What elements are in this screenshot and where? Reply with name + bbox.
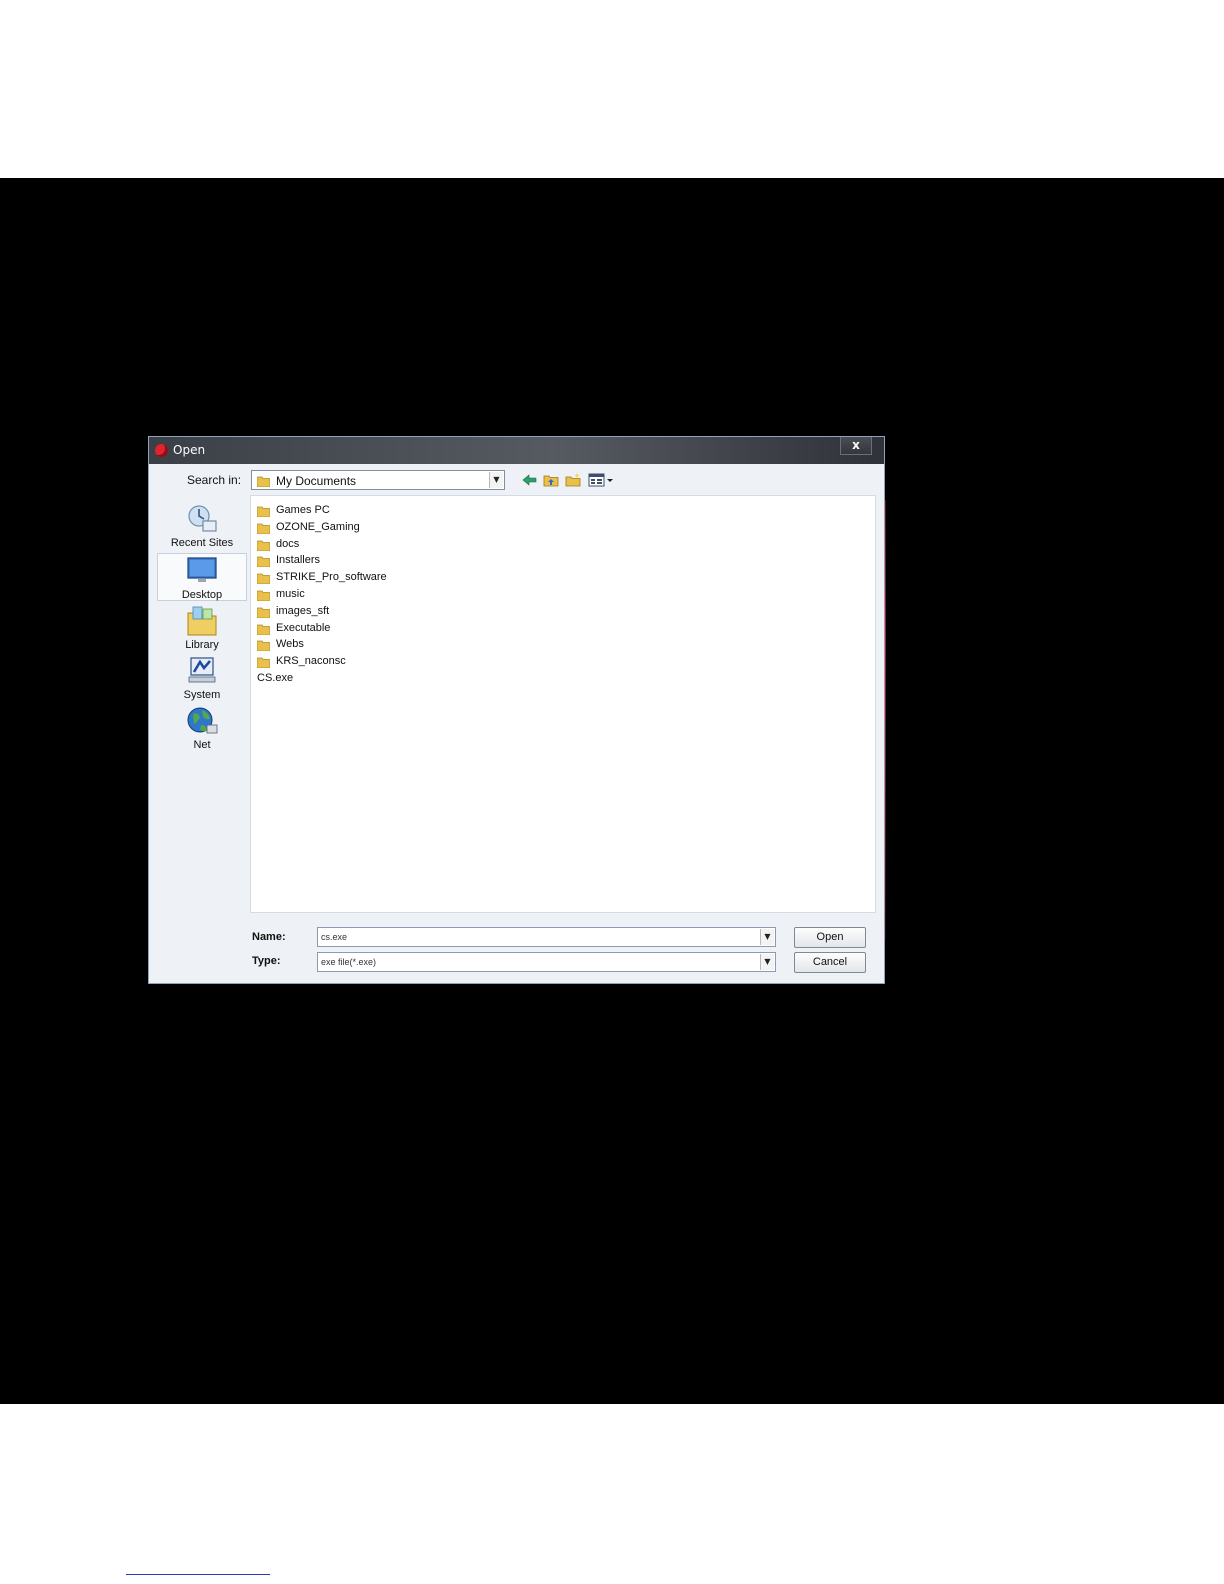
desktop-icon [187, 557, 217, 582]
app-logo-icon [155, 444, 168, 457]
place-recent-sites[interactable]: Recent Sites [157, 503, 247, 549]
file-name: Executable [276, 621, 331, 634]
folder-icon [257, 540, 270, 551]
folder-icon [257, 624, 270, 635]
dialog-titlebar[interactable]: Open x [149, 437, 884, 464]
folder-icon [257, 590, 270, 601]
place-net[interactable]: Net [157, 705, 247, 751]
place-desktop[interactable]: Desktop [157, 553, 247, 601]
file-name: images_sft [276, 604, 330, 617]
place-system[interactable]: System [157, 655, 247, 701]
folder-icon [257, 640, 270, 652]
places-bar: Recent Sites Desktop Library System Net [157, 495, 247, 975]
file-name: Webs [276, 638, 304, 651]
folder-icon [257, 476, 270, 487]
file-name: KRS_naconsc [276, 655, 346, 668]
file-name: CS.exe [257, 672, 294, 684]
type-label: Type: [252, 955, 281, 967]
chevron-down-icon[interactable]: ▼ [760, 954, 774, 970]
up-folder-icon[interactable] [543, 473, 559, 487]
library-icon [187, 606, 217, 636]
close-button[interactable]: x [840, 437, 872, 455]
name-value: cs.exe [321, 932, 348, 942]
file-name: Games PC [276, 504, 330, 516]
chevron-down-icon[interactable]: ▼ [489, 472, 503, 488]
back-arrow-icon[interactable] [522, 473, 538, 487]
dialog-title: Open [173, 443, 206, 457]
file-list[interactable]: Games PC OZONE_Gamingdocs Installers STRIKE… [250, 495, 876, 913]
system-icon [188, 657, 216, 683]
search-in-label: Search in: [187, 473, 242, 487]
location-value: My Documents [276, 474, 357, 488]
cancel-button[interactable]: Cancel [794, 952, 866, 973]
place-label: System [183, 689, 221, 701]
place-label: Recent Sites [170, 537, 234, 549]
file-name: STRIKE_Pro_software [276, 571, 387, 584]
folder-icon [257, 657, 270, 669]
new-folder-icon[interactable] [565, 473, 581, 487]
type-dropdown[interactable]: exe file(*.exe) ▼ [317, 952, 776, 972]
open-button[interactable]: Open [794, 927, 866, 948]
name-field[interactable]: cs.exe ▼ [317, 927, 776, 947]
recent-sites-icon [188, 505, 217, 532]
file-name: Installers [276, 554, 321, 567]
name-label: Name: [252, 931, 286, 943]
file-name: OZONE_Gaming [276, 520, 360, 533]
file-name: docs [276, 537, 300, 550]
folder-icon [257, 607, 270, 618]
open-file-dialog: Open x Search in: My Documents ▼ Recent … [148, 436, 885, 984]
folder-icon [257, 506, 270, 517]
type-value: exe file(*.exe) [321, 957, 377, 967]
place-label: Net [193, 739, 211, 751]
footnote-rule [126, 1574, 270, 1575]
file-name: music [276, 588, 305, 600]
folder-icon [257, 523, 270, 534]
chevron-down-icon[interactable]: ▼ [760, 929, 774, 945]
view-menu-icon[interactable] [588, 473, 614, 487]
place-label: Library [185, 639, 219, 651]
folder-icon [257, 556, 270, 568]
folder-icon [257, 573, 270, 585]
location-dropdown[interactable]: My Documents ▼ [251, 470, 505, 490]
place-label: Desktop [181, 589, 223, 601]
place-library[interactable]: Library [157, 605, 247, 651]
network-globe-icon [187, 707, 218, 734]
